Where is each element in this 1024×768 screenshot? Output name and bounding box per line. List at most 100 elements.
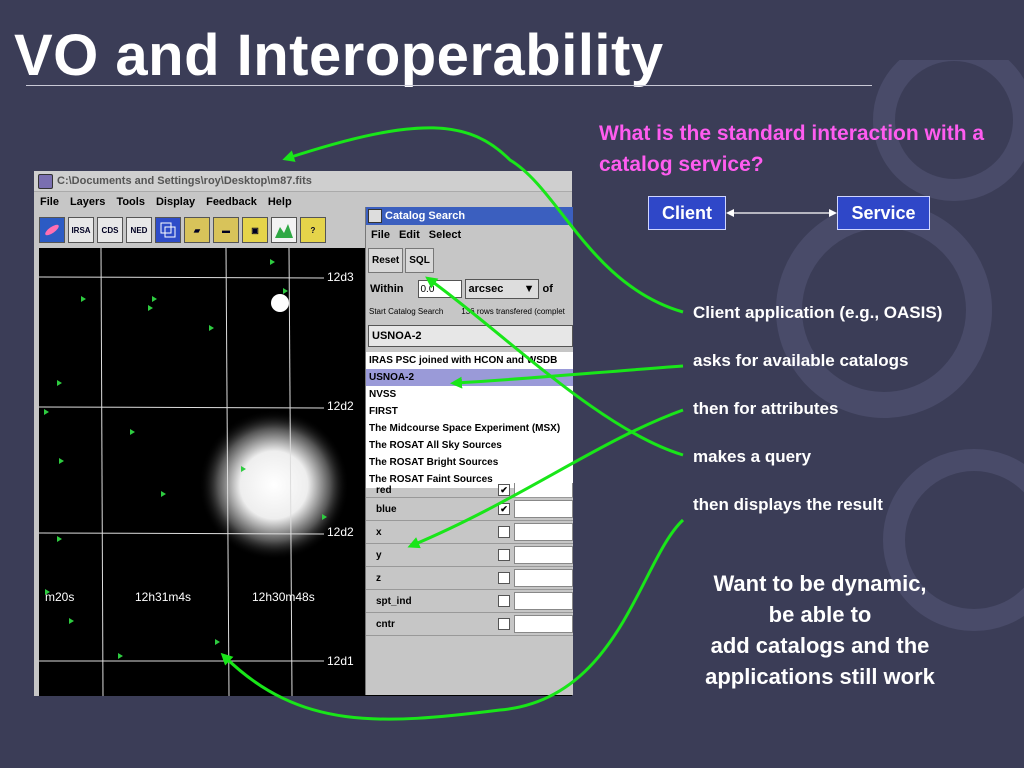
menu-feedback[interactable]: Feedback	[206, 196, 257, 208]
title-underline	[26, 85, 872, 86]
unit-value: arcsec	[468, 283, 504, 295]
grid-label-dec-3: 12d2	[327, 525, 354, 539]
grid-label-dec-4: 12d1	[327, 654, 354, 668]
step-available-catalogs: asks for available catalogs	[693, 351, 909, 370]
dynamic-note: Want to be dynamic, be able to add catal…	[670, 568, 970, 692]
attr-name: cntr	[376, 618, 395, 630]
attr-row: red ✔	[366, 483, 573, 498]
attr-row: x	[366, 521, 573, 544]
attr-checkbox[interactable]	[498, 618, 510, 630]
attribute-table: red ✔ blue ✔ x y z spt_ind cntr	[366, 483, 573, 636]
attr-checkbox[interactable]	[498, 549, 510, 561]
attr-row: y	[366, 544, 573, 567]
catalog-menu-file[interactable]: File	[371, 229, 390, 241]
attr-name: blue	[376, 503, 397, 515]
question-text: What is the standard interaction with a …	[599, 122, 985, 176]
step-display: then displays the result	[693, 495, 883, 514]
menu-layers[interactable]: Layers	[70, 196, 105, 208]
attr-name: x	[376, 526, 382, 538]
reset-button[interactable]: Reset	[368, 247, 404, 273]
attr-constraint-field[interactable]	[514, 500, 573, 518]
list-item[interactable]: The Midcourse Space Experiment (MSX)	[366, 420, 573, 437]
attr-constraint-field[interactable]	[514, 483, 573, 497]
layers-icon[interactable]	[155, 217, 181, 243]
histogram-icon[interactable]	[271, 217, 297, 243]
catalog-title-text: Catalog Search	[385, 210, 466, 222]
catalog-menubar: File Edit Select	[366, 225, 573, 245]
attr-checkbox[interactable]: ✔	[498, 503, 510, 515]
catalog-combo[interactable]: USNOA-2	[368, 325, 573, 347]
attr-name: red	[376, 484, 392, 496]
app-titlebar[interactable]: C:\Documents and Settings\roy\Desktop\m8…	[34, 171, 572, 192]
sql-button[interactable]: SQL	[405, 247, 434, 273]
catalog-titlebar[interactable]: Catalog Search	[366, 207, 573, 225]
grid-label-dec-2: 12d2	[327, 399, 354, 413]
catalog-status: Start Catalog Search 136 rows transfered…	[366, 303, 573, 319]
folder-icon[interactable]: ▬	[213, 217, 239, 243]
radius-input[interactable]: 0.0	[417, 280, 462, 298]
catalog-buttons: Reset SQL	[366, 245, 573, 275]
irsa-button[interactable]: IRSA	[68, 217, 94, 243]
attr-constraint-field[interactable]	[514, 546, 573, 564]
slide-title: VO and Interoperability	[14, 23, 664, 88]
attr-name: z	[376, 572, 381, 584]
help-icon[interactable]: ?	[300, 217, 326, 243]
unit-select[interactable]: arcsec ▼	[464, 279, 539, 299]
list-item[interactable]: The ROSAT All Sky Sources	[366, 437, 573, 454]
menu-file[interactable]: File	[40, 196, 59, 208]
step-attributes: then for attributes	[693, 399, 839, 418]
open-folder-icon[interactable]: ▰	[184, 217, 210, 243]
interaction-steps: Client application (e.g., OASIS) asks fo…	[693, 300, 942, 540]
step-client-app: Client application (e.g., OASIS)	[693, 303, 943, 322]
dynamic-line-1: Want to be dynamic,	[713, 571, 927, 596]
attr-name: y	[376, 549, 382, 561]
grid-label-dec-1: 12d3	[327, 270, 354, 284]
catalog-menu-edit[interactable]: Edit	[399, 229, 420, 241]
list-item[interactable]: IRAS PSC joined with HCON and WSDB	[366, 352, 573, 369]
attr-constraint-field[interactable]	[514, 592, 573, 610]
grid-label-ra-3: 12h30m48s	[252, 590, 315, 604]
catalog-search-window: Catalog Search File Edit Select Reset SQ…	[365, 207, 573, 695]
grid-label-ra-2: 12h31m4s	[135, 590, 192, 604]
list-item[interactable]: FIRST	[366, 403, 573, 420]
status-right: 136 rows transfered (complet	[461, 306, 565, 316]
attr-row: z	[366, 567, 573, 590]
attr-name: spt_ind	[376, 595, 412, 607]
list-item-selected[interactable]: USNOA-2	[366, 369, 573, 386]
dynamic-line-3: add catalogs and the	[710, 633, 930, 658]
catalog-menu-select[interactable]: Select	[429, 229, 461, 241]
app-window-icon	[38, 173, 53, 189]
attr-checkbox[interactable]: ✔	[498, 484, 510, 496]
attr-constraint-field[interactable]	[514, 615, 573, 633]
chevron-down-icon: ▼	[523, 283, 535, 295]
grid-label-ra-1: m20s	[45, 590, 75, 604]
attr-checkbox[interactable]	[498, 572, 510, 584]
list-item[interactable]: The ROSAT Bright Sources	[366, 454, 573, 471]
menu-display[interactable]: Display	[156, 196, 195, 208]
of-label: of	[542, 283, 553, 295]
app-title-text: C:\Documents and Settings\roy\Desktop\m8…	[57, 175, 312, 187]
catalog-list: IRAS PSC joined with HCON and WSDB USNOA…	[366, 352, 573, 488]
within-row: Within 0.0 arcsec ▼ of	[366, 275, 573, 303]
status-left: Start Catalog Search	[369, 306, 444, 316]
dynamic-line-4: applications still work	[705, 664, 935, 689]
catalog-window-icon	[368, 209, 382, 223]
menu-tools[interactable]: Tools	[116, 196, 145, 208]
attr-constraint-field[interactable]	[514, 523, 573, 541]
attr-row: cntr	[366, 613, 573, 636]
attr-row: blue ✔	[366, 498, 573, 521]
list-item[interactable]: NVSS	[366, 386, 573, 403]
attr-constraint-field[interactable]	[514, 569, 573, 587]
client-service-arrow	[726, 209, 837, 217]
attr-row: spt_ind	[366, 590, 573, 613]
menu-help[interactable]: Help	[268, 196, 292, 208]
frame-icon[interactable]: ▣	[242, 217, 268, 243]
service-box: Service	[837, 196, 930, 230]
attr-checkbox[interactable]	[498, 595, 510, 607]
client-box: Client	[648, 196, 726, 230]
ned-button[interactable]: NED	[126, 217, 152, 243]
step-query: makes a query	[693, 447, 812, 466]
galaxy-icon[interactable]	[39, 217, 65, 243]
attr-checkbox[interactable]	[498, 526, 510, 538]
cds-button[interactable]: CDS	[97, 217, 123, 243]
